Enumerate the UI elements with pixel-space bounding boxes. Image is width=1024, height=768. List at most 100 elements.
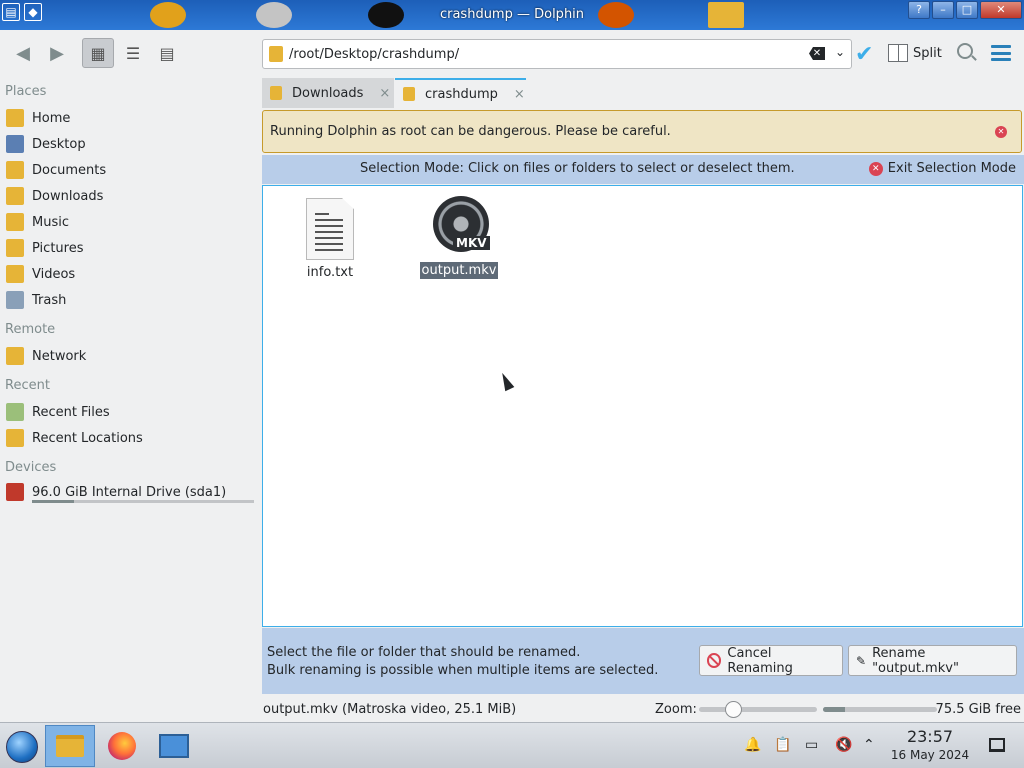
places-panel: Places Home Desktop Documents Downloads Musi… [0, 78, 262, 722]
sidebar-item-label: Recent Files [32, 404, 110, 420]
videos-folder-icon [6, 265, 24, 283]
compact-view-icon: ☰ [125, 43, 141, 63]
start-menu-button[interactable] [6, 731, 38, 763]
root-warning-banner: Running Dolphin as root can be dangerous… [262, 110, 1022, 153]
icons-view-button[interactable]: ▦ [82, 38, 114, 68]
selection-mode-message: Selection Mode: Click on files or folder… [360, 161, 795, 176]
warning-text: Running Dolphin as root can be dangerous… [270, 124, 671, 139]
folder-icon [270, 86, 282, 100]
clock-date: 16 May 2024 [890, 748, 970, 762]
file-name: info.txt [306, 265, 354, 280]
title-bar: ▤ ◆ crashdump — Dolphin ? – □ ✕ [0, 0, 1024, 30]
zoom-slider[interactable] [699, 701, 817, 718]
confirm-location-button[interactable]: ✔ [855, 42, 873, 67]
exit-selection-mode-button[interactable]: ✕ Exit Selection Mode [868, 161, 1016, 176]
window-title: crashdump — Dolphin [439, 7, 585, 22]
rename-icon: ✎ [856, 653, 867, 668]
file-item-output-mkv[interactable]: MKV output.mkv [419, 196, 499, 279]
location-input[interactable] [289, 44, 789, 64]
close-button[interactable]: ✕ [980, 1, 1022, 19]
rename-bar: Select the file or folder that should be… [262, 628, 1024, 694]
details-view-icon: ▤ [159, 43, 175, 63]
folder-icon [269, 46, 283, 62]
sidebar-item-videos[interactable]: Videos [6, 262, 256, 286]
sidebar-item-pictures[interactable]: Pictures [6, 236, 256, 260]
selection-info: output.mkv (Matroska video, 25.1 MiB) [263, 702, 517, 717]
sidebar-item-desktop[interactable]: Desktop [6, 132, 256, 156]
forward-button[interactable]: ▶ [42, 38, 72, 68]
clock-time: 23:57 [906, 727, 954, 746]
cancel-renaming-button[interactable]: Cancel Renaming [699, 645, 843, 676]
close-tab-icon[interactable]: × [379, 86, 390, 101]
toolbar: ◀ ▶ ▦ ☰ ▤ ✕ ⌄ ✔ Split [0, 30, 1024, 78]
file-name: output.mkv [419, 262, 499, 279]
sidebar-item-label: Home [32, 110, 71, 126]
zoom-label: Zoom: [655, 702, 697, 717]
sidebar-item-label: Recent Locations [32, 430, 143, 446]
sidebar-item-network[interactable]: Network [6, 344, 256, 368]
close-tab-icon[interactable]: × [514, 87, 525, 102]
sidebar-item-label: Music [32, 214, 69, 230]
search-icon[interactable] [957, 43, 973, 59]
exit-selection-label: Exit Selection Mode [887, 161, 1016, 176]
storage-icon[interactable]: ▭ [805, 737, 818, 753]
sidebar-item-recent-locations[interactable]: Recent Locations [6, 426, 256, 450]
notifications-icon[interactable]: 🔔 [744, 737, 761, 753]
close-icon[interactable]: ✕ [995, 126, 1007, 138]
text-file-icon [306, 198, 354, 260]
documents-folder-icon [6, 161, 24, 179]
mkv-badge: MKV [453, 236, 490, 250]
taskbar: 🔔 📋 ▭ 🔇 ⌃ 23:57 16 May 2024 [0, 722, 1024, 768]
section-title-devices: Devices [5, 460, 57, 475]
back-button[interactable]: ◀ [8, 38, 38, 68]
file-view[interactable]: info.txt MKV output.mkv [262, 185, 1023, 627]
taskbar-firefox[interactable] [97, 725, 147, 767]
chevron-down-icon[interactable]: ⌄ [835, 45, 845, 59]
checkmark-icon: ✔ [855, 42, 874, 67]
free-space-bar [823, 707, 937, 712]
recent-locations-icon [6, 429, 24, 447]
cancel-renaming-label: Cancel Renaming [727, 645, 793, 676]
zoom-slider-handle[interactable] [724, 701, 742, 718]
free-space-label: 75.5 GiB free [935, 702, 1021, 717]
show-desktop-icon[interactable] [989, 738, 1005, 752]
details-view-button[interactable]: ▤ [152, 38, 182, 68]
clipboard-icon[interactable]: 📋 [774, 737, 791, 753]
sidebar-item-documents[interactable]: Documents [6, 158, 256, 182]
rename-button[interactable]: ✎ Rename "output.mkv" [848, 645, 1017, 676]
clock[interactable]: 23:57 16 May 2024 [885, 727, 975, 763]
volume-muted-icon[interactable]: 🔇 [835, 737, 852, 753]
help-button[interactable]: ? [908, 1, 930, 19]
section-title-places: Places [5, 84, 47, 99]
tab-downloads[interactable]: Downloads × [262, 78, 394, 108]
minimize-button[interactable]: – [932, 1, 954, 19]
sidebar-item-music[interactable]: Music [6, 210, 256, 234]
mouse-cursor-icon [497, 370, 515, 392]
sidebar-item-downloads[interactable]: Downloads [6, 184, 256, 208]
taskbar-system-settings[interactable] [149, 725, 199, 767]
location-bar[interactable]: ✕ ⌄ [262, 39, 852, 69]
tab-crashdump[interactable]: crashdump × [395, 78, 526, 108]
file-item-info-txt[interactable]: info.txt [290, 198, 370, 281]
cancel-icon [707, 653, 722, 668]
system-settings-icon [159, 734, 189, 758]
hamburger-menu-icon[interactable] [991, 45, 1011, 61]
sidebar-item-label: Downloads [32, 188, 104, 204]
network-folder-icon [6, 347, 24, 365]
tab-bar: Downloads × crashdump × [262, 78, 1024, 108]
section-title-remote: Remote [5, 322, 56, 337]
chevron-up-icon[interactable]: ⌃ [863, 737, 875, 753]
split-button[interactable]: Split [888, 44, 942, 62]
split-label: Split [913, 45, 942, 61]
sidebar-item-label: Videos [32, 266, 76, 282]
clear-icon[interactable]: ✕ [809, 47, 825, 60]
video-file-icon: MKV [427, 196, 491, 258]
downloads-folder-icon [6, 187, 24, 205]
sidebar-item-trash[interactable]: Trash [6, 288, 256, 312]
sidebar-item-home[interactable]: Home [6, 106, 256, 130]
taskbar-dolphin[interactable] [45, 725, 95, 767]
sidebar-item-recent-files[interactable]: Recent Files [6, 400, 256, 424]
maximize-button[interactable]: □ [956, 1, 978, 19]
icons-view-icon: ▦ [90, 43, 106, 63]
compact-view-button[interactable]: ☰ [118, 38, 148, 68]
